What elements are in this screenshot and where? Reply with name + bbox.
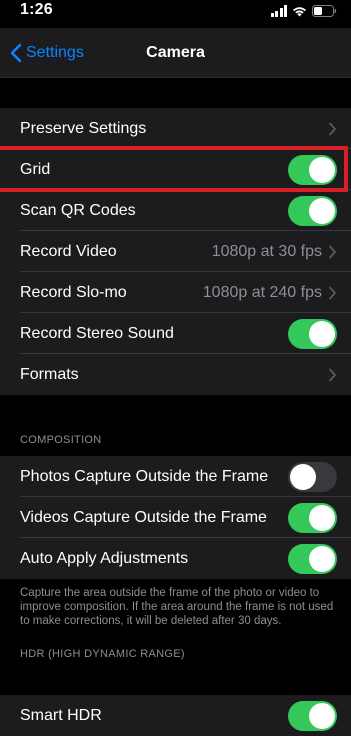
status-time: 1:26 (20, 1, 53, 18)
scan-qr-codes-toggle[interactable] (288, 195, 337, 226)
record-slo-mo-value: 1080p at 240 fps (202, 283, 322, 301)
chevron-right-icon (329, 122, 336, 135)
record-video-row[interactable]: Record Video 1080p at 30 fps (0, 231, 351, 272)
row-label: Formats (20, 365, 79, 383)
chevron-right-icon (329, 368, 336, 381)
toggle-knob (309, 504, 335, 531)
toggle-knob (290, 463, 316, 490)
videos-capture-outside-frame-row: Videos Capture Outside the Frame (0, 497, 351, 538)
row-label: Record Stereo Sound (20, 324, 174, 342)
section-header-composition: COMPOSITION (20, 434, 102, 446)
toggle-knob (309, 156, 335, 183)
status-bar: 1:26 (0, 0, 351, 28)
row-label: Grid (20, 160, 51, 178)
videos-capture-outside-frame-toggle[interactable] (288, 502, 337, 533)
grid-row: Grid (0, 149, 351, 190)
composition-footer: Capture the area outside the frame of th… (20, 587, 334, 627)
photos-capture-outside-frame-row: Photos Capture Outside the Frame (0, 456, 351, 497)
cellular-signal-icon (270, 5, 287, 17)
row-label: Scan QR Codes (20, 201, 136, 219)
row-label: Record Video (20, 242, 117, 260)
auto-apply-adjustments-toggle[interactable] (288, 543, 337, 574)
auto-apply-adjustments-row: Auto Apply Adjustments (0, 538, 351, 579)
toggle-knob (309, 197, 335, 224)
record-video-value: 1080p at 30 fps (211, 242, 322, 260)
row-label: Videos Capture Outside the Frame (20, 508, 267, 526)
status-icons (270, 4, 338, 18)
section-header-hdr: HDR (HIGH DYNAMIC RANGE) (20, 648, 185, 660)
record-slo-mo-row[interactable]: Record Slo-mo 1080p at 240 fps (0, 272, 351, 313)
toggle-knob (309, 702, 335, 729)
chevron-left-icon (10, 43, 22, 63)
record-stereo-sound-row: Record Stereo Sound (0, 313, 351, 354)
back-button-label: Settings (26, 44, 84, 61)
smart-hdr-row: Smart HDR (0, 695, 351, 736)
chevron-right-icon (329, 245, 336, 258)
row-label: Record Slo-mo (20, 283, 127, 301)
row-label: Photos Capture Outside the Frame (20, 467, 269, 485)
formats-row[interactable]: Formats (0, 354, 351, 395)
photos-capture-outside-frame-toggle[interactable] (288, 461, 337, 492)
record-stereo-sound-toggle[interactable] (288, 318, 337, 349)
navigation-bar: Settings Camera (0, 28, 351, 78)
back-button[interactable]: Settings (10, 28, 84, 78)
grid-toggle[interactable] (288, 154, 337, 185)
row-label: Auto Apply Adjustments (20, 549, 189, 567)
preserve-settings-row[interactable]: Preserve Settings (0, 108, 351, 149)
row-label: Preserve Settings (20, 119, 147, 137)
toggle-knob (309, 320, 335, 347)
row-label: Smart HDR (20, 706, 102, 724)
toggle-knob (309, 545, 335, 572)
smart-hdr-toggle[interactable] (288, 700, 337, 731)
scan-qr-codes-row: Scan QR Codes (0, 190, 351, 231)
battery-icon (312, 5, 337, 17)
chevron-right-icon (329, 286, 336, 299)
wifi-icon (292, 6, 307, 17)
